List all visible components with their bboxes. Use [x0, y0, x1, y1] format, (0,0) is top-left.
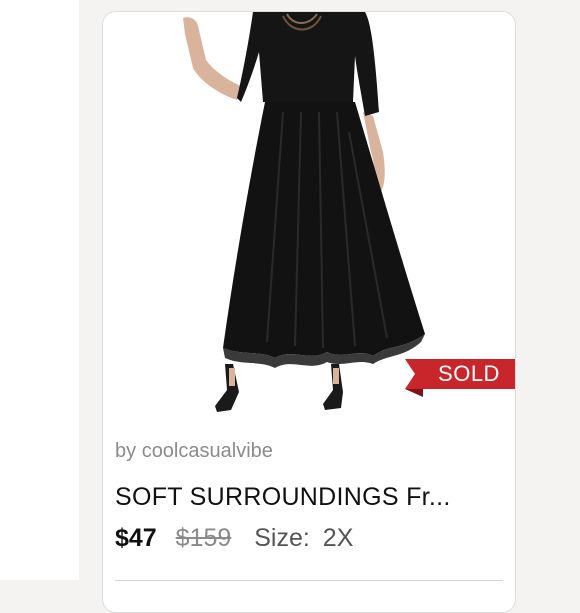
seller-name[interactable]: coolcasualvibe — [142, 440, 273, 462]
seller-line[interactable]: by coolcasualvibe — [115, 440, 273, 463]
sold-badge: SOLD — [405, 359, 515, 397]
listing-card[interactable]: SOLD by coolcasualvibe SOFT SURROUNDINGS… — [102, 11, 516, 613]
size-label: Size: — [254, 524, 310, 552]
price-row: $47 $159 Size: 2X — [115, 522, 353, 554]
product-image[interactable]: SOLD — [103, 12, 515, 424]
page-left-margin — [0, 0, 79, 580]
original-price: $159 — [175, 524, 232, 552]
current-price: $47 — [115, 524, 157, 552]
sold-badge-label: SOLD — [438, 361, 500, 386]
seller-prefix: by — [115, 440, 137, 462]
listing-title[interactable]: SOFT SURROUNDINGS Fr... — [115, 483, 507, 512]
size-value: 2X — [322, 524, 354, 552]
card-divider — [115, 580, 503, 581]
